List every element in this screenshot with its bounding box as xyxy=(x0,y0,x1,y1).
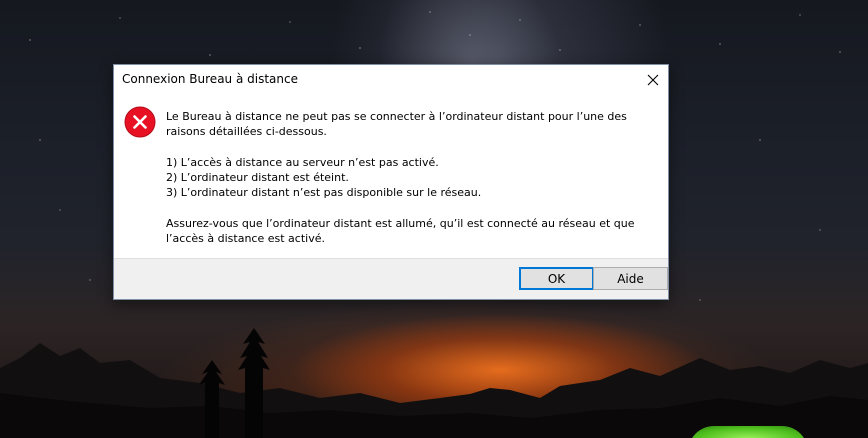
reason-item: 1) L’accès à distance au serveur n’est p… xyxy=(166,156,439,169)
dialog-titlebar[interactable]: Connexion Bureau à distance xyxy=(114,65,668,95)
close-button[interactable] xyxy=(638,65,668,95)
reason-item: 3) L’ordinateur distant n’est pas dispon… xyxy=(166,186,482,199)
dialog-footer: OK Aide xyxy=(114,258,668,299)
mountain-silhouette xyxy=(0,328,868,438)
glowing-tent xyxy=(688,426,808,438)
advice-text: Assurez-vous que l’ordinateur distant es… xyxy=(166,217,635,245)
ok-button[interactable]: OK xyxy=(519,267,594,290)
dialog-message: Le Bureau à distance ne peut pas se conn… xyxy=(166,109,661,246)
remote-desktop-error-dialog: Connexion Bureau à distance Le Bureau à … xyxy=(113,64,669,300)
error-icon xyxy=(124,106,156,138)
help-button[interactable]: Aide xyxy=(593,267,668,290)
close-icon xyxy=(647,74,659,86)
reason-item: 2) L’ordinateur distant est éteint. xyxy=(166,171,349,184)
dialog-title: Connexion Bureau à distance xyxy=(122,72,298,86)
message-intro: Le Bureau à distance ne peut pas se conn… xyxy=(166,110,627,138)
desktop-background: Connexion Bureau à distance Le Bureau à … xyxy=(0,0,868,438)
